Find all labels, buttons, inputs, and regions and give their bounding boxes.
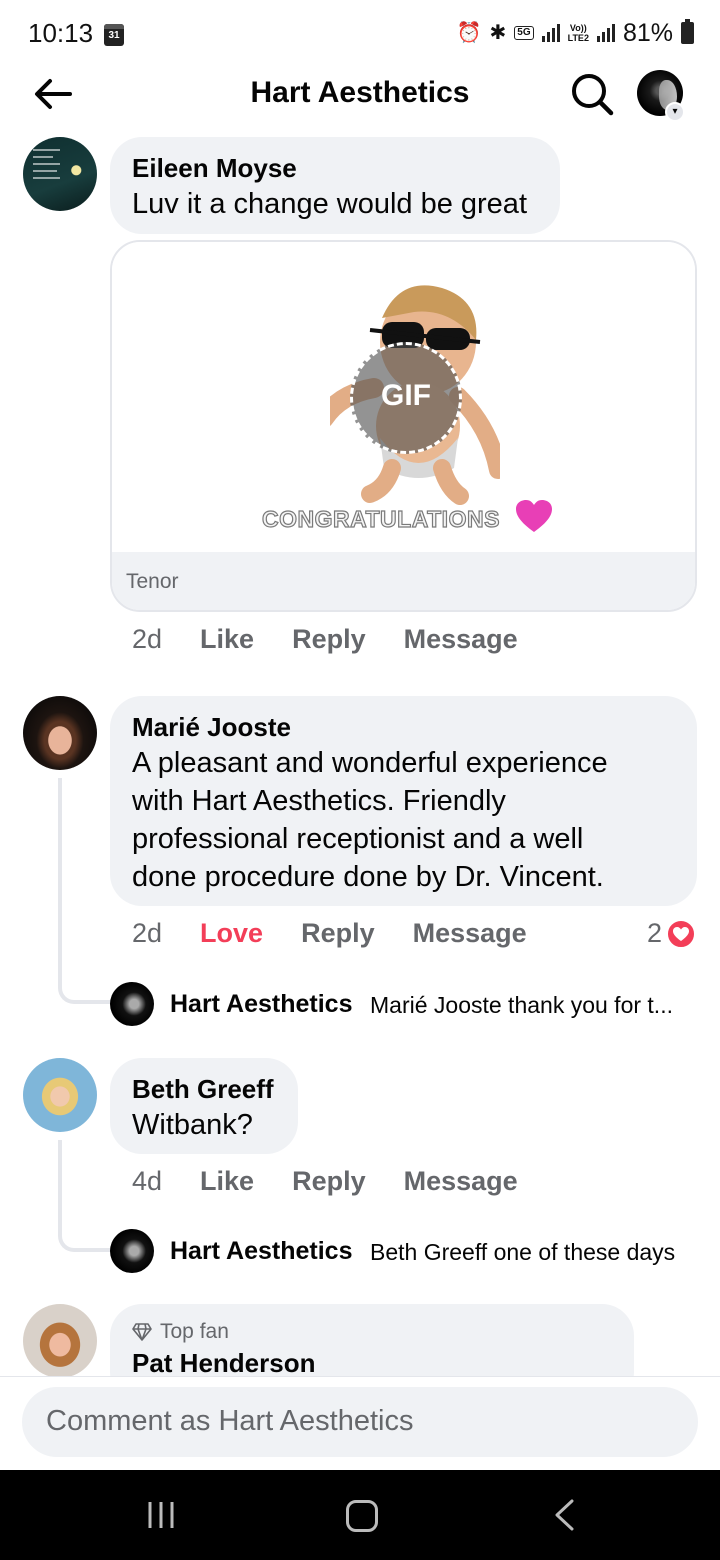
- comment-actions: 2d Love Reply Message: [132, 918, 527, 949]
- comment-text-line: professional receptionist and a well: [132, 823, 584, 855]
- thread-connector: [58, 1140, 112, 1252]
- signal-2-icon: [596, 24, 615, 42]
- calendar-icon: 31: [104, 24, 124, 46]
- comment-text-line: A pleasant and wonderful experience: [132, 747, 608, 779]
- gif-badge[interactable]: GIF: [350, 342, 462, 454]
- app-header: Hart Aesthetics ▾: [0, 62, 720, 126]
- reply-button[interactable]: Reply: [301, 918, 375, 949]
- comment-text-line: done procedure done by Dr. Vincent.: [132, 861, 604, 893]
- comment-composer: Comment as Hart Aesthetics: [0, 1376, 720, 1470]
- avatar[interactable]: [23, 1304, 97, 1378]
- reply-button[interactable]: Reply: [292, 624, 366, 655]
- heart-icon: [516, 500, 552, 532]
- reply-author[interactable]: Hart Aesthetics: [170, 1237, 352, 1266]
- battery-icon: [681, 19, 694, 44]
- avatar[interactable]: [23, 696, 97, 770]
- top-fan-label: Top fan: [160, 1320, 229, 1343]
- search-icon[interactable]: [570, 72, 614, 116]
- comment-actions: 2d Like Reply Message: [132, 624, 518, 655]
- message-button[interactable]: Message: [413, 918, 527, 949]
- gif-footer: Tenor: [112, 552, 695, 610]
- love-button[interactable]: Love: [200, 918, 263, 949]
- comment-time[interactable]: 2d: [132, 624, 162, 655]
- home-icon[interactable]: [346, 1500, 378, 1532]
- recent-apps-icon[interactable]: [146, 1500, 176, 1530]
- reply-avatar[interactable]: [110, 1229, 154, 1273]
- diamond-icon: [132, 1323, 152, 1341]
- network-5g-icon: 5G: [514, 26, 534, 40]
- comment-bubble[interactable]: Marié Jooste A pleasant and wonderful ex…: [110, 696, 697, 906]
- nav-back-icon[interactable]: [552, 1498, 576, 1532]
- reply-text[interactable]: Beth Greeff one of these days: [370, 1239, 675, 1266]
- like-button[interactable]: Like: [200, 1166, 254, 1197]
- comment-author[interactable]: Eileen Moyse: [132, 151, 538, 185]
- chevron-down-icon[interactable]: ▾: [665, 102, 685, 122]
- battery-percent: 81%: [622, 18, 673, 47]
- reply-avatar[interactable]: [110, 982, 154, 1026]
- signal-icon: [541, 24, 560, 42]
- message-button[interactable]: Message: [404, 624, 518, 655]
- reaction-count-value: 2: [646, 918, 662, 948]
- gif-attachment[interactable]: GIF CONGRATULATIONS Tenor: [110, 240, 697, 612]
- reply-button[interactable]: Reply: [292, 1166, 366, 1197]
- thread-connector: [58, 778, 112, 1004]
- comment-input-placeholder: Comment as Hart Aesthetics: [46, 1405, 414, 1437]
- comment-author[interactable]: Beth Greeff: [132, 1072, 276, 1106]
- comment-text: Witbank?: [132, 1109, 253, 1141]
- comment-time[interactable]: 4d: [132, 1166, 162, 1197]
- comment-input[interactable]: Comment as Hart Aesthetics: [22, 1387, 698, 1457]
- comment-author[interactable]: Pat Henderson: [132, 1346, 316, 1380]
- alarm-icon: ⏰: [456, 22, 482, 44]
- love-reaction-icon: [666, 918, 696, 949]
- reply-author[interactable]: Hart Aesthetics: [170, 990, 352, 1019]
- gif-caption: CONGRATULATIONS: [261, 505, 500, 532]
- gif-source: Tenor: [126, 570, 179, 593]
- like-button[interactable]: Like: [200, 624, 254, 655]
- comment-time[interactable]: 2d: [132, 918, 162, 949]
- avatar[interactable]: [23, 1058, 97, 1132]
- volte-icon: Vo)) LTE2: [567, 23, 589, 43]
- comment-bubble[interactable]: Beth Greeff Witbank?: [110, 1058, 298, 1154]
- reaction-count[interactable]: 2: [647, 918, 696, 949]
- gif-preview[interactable]: GIF CONGRATULATIONS: [112, 242, 695, 552]
- avatar[interactable]: [23, 137, 97, 211]
- comment-bubble[interactable]: Eileen Moyse Luv it a change would be gr…: [110, 137, 560, 234]
- system-nav-bar: [0, 1470, 720, 1560]
- comment-text: Luv it a change would be great: [132, 188, 527, 220]
- top-fan-badge: Top fan: [132, 1320, 229, 1344]
- reply-text[interactable]: Marié Jooste thank you for t...: [370, 992, 673, 1019]
- message-button[interactable]: Message: [404, 1166, 518, 1197]
- bluetooth-icon: ✱: [489, 22, 507, 44]
- status-icons: ⏰ ✱ 5G Vo)) LTE2 81%: [457, 16, 694, 50]
- status-bar: 10:13 31 ⏰ ✱ 5G Vo)) LTE2 81%: [0, 0, 720, 70]
- comment-text-line: with Hart Aesthetics. Friendly: [132, 785, 506, 817]
- comment-actions: 4d Like Reply Message: [132, 1166, 518, 1197]
- status-time: 10:13: [28, 18, 94, 48]
- comment-author[interactable]: Marié Jooste: [132, 710, 675, 744]
- gif-badge-label: GIF: [381, 379, 431, 412]
